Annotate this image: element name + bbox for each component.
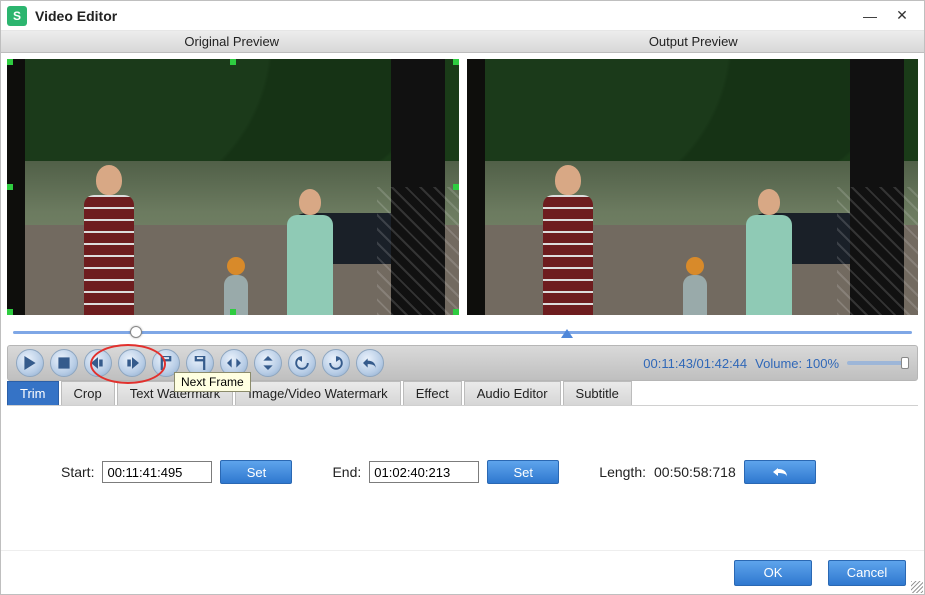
output-preview[interactable] — [467, 59, 919, 315]
next-frame-tooltip: Next Frame — [174, 372, 251, 392]
timeline-out-marker[interactable] — [561, 329, 573, 338]
flip-vertical-button[interactable] — [254, 349, 282, 377]
resize-grip-icon[interactable] — [911, 581, 923, 593]
timeline-track[interactable] — [13, 323, 912, 341]
video-editor-window: S Video Editor — ✕ Original Preview Outp… — [0, 0, 925, 595]
trim-panel: Start: Set End: Set Length: 00:50:58:718 — [1, 406, 924, 550]
output-preview-label: Output Preview — [463, 31, 925, 52]
window-title: Video Editor — [35, 8, 117, 24]
original-preview-label: Original Preview — [1, 31, 463, 52]
undo-button[interactable] — [356, 349, 384, 377]
end-input[interactable] — [369, 461, 479, 483]
app-icon: S — [7, 6, 27, 26]
minimize-button[interactable]: — — [854, 5, 886, 27]
close-button[interactable]: ✕ — [886, 5, 918, 27]
tab-effect[interactable]: Effect — [403, 381, 462, 405]
set-start-button[interactable]: Set — [220, 460, 292, 484]
original-preview[interactable] — [7, 59, 459, 315]
end-label: End: — [332, 464, 361, 480]
length-value: 00:50:58:718 — [654, 464, 736, 480]
playback-time: 00:11:43/01:42:44 — [643, 356, 747, 371]
tab-crop[interactable]: Crop — [61, 381, 115, 405]
dialog-footer: OK Cancel — [1, 550, 924, 594]
play-button[interactable] — [16, 349, 44, 377]
tab-image[interactable]: Image/Video Watermark — [235, 381, 400, 405]
preview-header: Original Preview Output Preview — [1, 31, 924, 53]
length-label: Length: — [599, 464, 646, 480]
reset-length-button[interactable] — [744, 460, 816, 484]
tab-trim[interactable]: Trim — [7, 381, 59, 405]
rotate-cw-button[interactable] — [322, 349, 350, 377]
cancel-button[interactable]: Cancel — [828, 560, 906, 586]
rotate-ccw-button[interactable] — [288, 349, 316, 377]
timeline-area — [1, 315, 924, 341]
preview-row — [1, 53, 924, 315]
start-input[interactable] — [102, 461, 212, 483]
volume-label: Volume: 100% — [755, 356, 839, 371]
ok-button[interactable]: OK — [734, 560, 812, 586]
prev-frame-button[interactable] — [84, 349, 112, 377]
set-end-button[interactable]: Set — [487, 460, 559, 484]
tab-audio[interactable]: Audio Editor — [464, 381, 561, 405]
start-label: Start: — [61, 464, 94, 480]
volume-slider[interactable] — [847, 361, 909, 365]
tab-row: TrimCropText WatermarkImage/Video Waterm… — [7, 381, 918, 406]
transport-controls: Next Frame 00:11:43/01:42:44 Volume: 100… — [7, 345, 918, 381]
tab-subtitle[interactable]: Subtitle — [563, 381, 632, 405]
titlebar: S Video Editor — ✕ — [1, 1, 924, 31]
next-frame-button[interactable] — [118, 349, 146, 377]
timeline-playhead[interactable] — [130, 326, 142, 338]
stop-button[interactable] — [50, 349, 78, 377]
